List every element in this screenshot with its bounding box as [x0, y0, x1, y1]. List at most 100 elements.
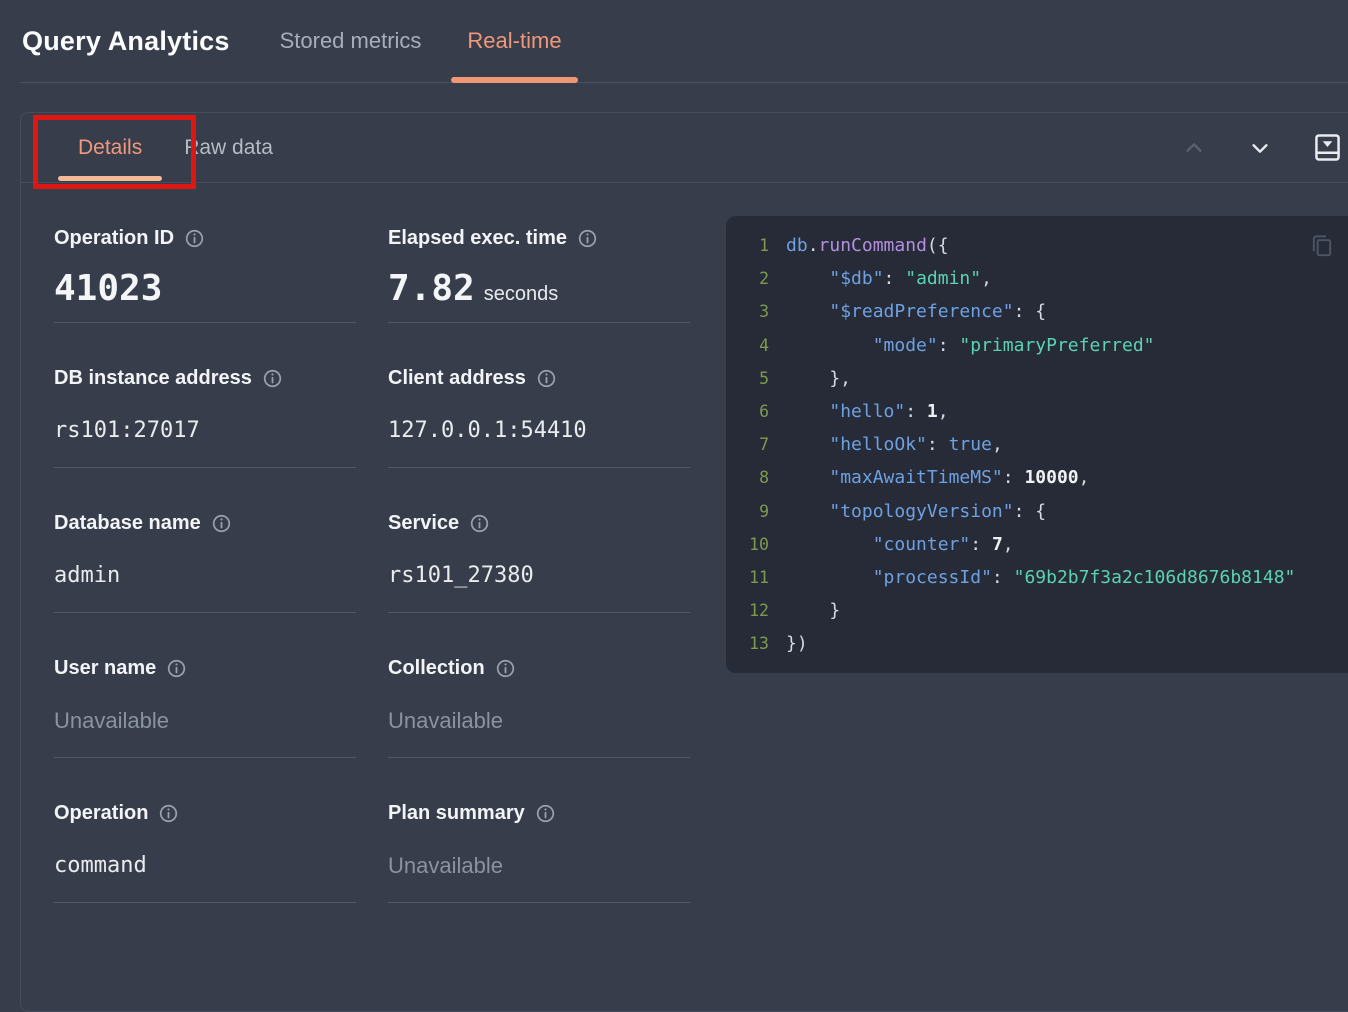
panel-tabs: DetailsRaw data	[57, 113, 294, 182]
line-number: 12	[726, 601, 769, 620]
info-icon[interactable]	[537, 369, 556, 388]
panel-tab-raw-data[interactable]: Raw data	[163, 113, 294, 182]
field-plan-summary: Plan summary Unavailable	[388, 758, 690, 903]
field-value: 41023	[54, 268, 356, 309]
info-icon[interactable]	[167, 659, 186, 678]
code-text: "maxAwaitTimeMS": 10000,	[786, 467, 1089, 488]
field-value: 7.82seconds	[388, 268, 690, 309]
code-line-9: 9 "topologyVersion": {	[726, 495, 1348, 528]
panel-tabbar: DetailsRaw data	[21, 113, 1348, 183]
header-tabs: Stored metricsReal-time	[264, 0, 592, 82]
header-tab-real-time[interactable]: Real-time	[451, 0, 577, 82]
chevron-down-icon[interactable]	[1249, 137, 1271, 159]
field-value: admin	[54, 563, 356, 588]
line-number: 3	[726, 302, 769, 321]
field-label-text: Database name	[54, 512, 201, 535]
code-text: "$db": "admin",	[786, 268, 992, 289]
code-text: "$readPreference": {	[786, 301, 1046, 322]
field-db-instance-address: DB instance address rs101:27017	[54, 323, 356, 468]
line-number: 5	[726, 369, 769, 388]
code-line-5: 5 },	[726, 362, 1348, 395]
field-collection: CollectionUnavailable	[388, 613, 690, 758]
code-text: db.runCommand({	[786, 235, 949, 256]
dropdown-box-icon[interactable]	[1315, 134, 1340, 161]
header-tab-stored-metrics[interactable]: Stored metrics	[264, 0, 438, 82]
field-label-text: Operation ID	[54, 227, 174, 250]
code-line-2: 2 "$db": "admin",	[726, 262, 1348, 295]
field-label: DB instance address	[54, 367, 356, 390]
field-label: Operation	[54, 802, 356, 825]
field-value: 127.0.0.1:54410	[388, 418, 690, 443]
field-label: Database name	[54, 512, 356, 535]
page-title: Query Analytics	[22, 26, 230, 57]
copy-icon[interactable]	[1309, 232, 1334, 264]
panel-actions	[1183, 134, 1340, 161]
info-icon[interactable]	[212, 514, 231, 533]
code-text: "hello": 1,	[786, 401, 949, 422]
details-fields: Operation ID 41023 Elapsed exec. time 7.82s…	[54, 183, 690, 903]
field-value: Unavailable	[388, 853, 690, 879]
field-label-text: Service	[388, 512, 459, 535]
info-icon[interactable]	[159, 804, 178, 823]
code-text: "mode": "primaryPreferred"	[786, 335, 1155, 356]
info-icon[interactable]	[263, 369, 282, 388]
code-line-13: 13})	[726, 627, 1348, 660]
line-number: 1	[726, 236, 769, 255]
query-code-block: 1db.runCommand({2 "$db": "admin",3 "$rea…	[726, 216, 1348, 673]
code-text: "processId": "69b2b7f3a2c106d8676b8148"	[786, 567, 1295, 588]
code-text: "helloOk": true,	[786, 434, 1003, 455]
field-label-text: Operation	[54, 802, 148, 825]
panel-tab-details[interactable]: Details	[57, 113, 163, 182]
realtime-panel: DetailsRaw data Operation ID 41023 Elapsed…	[20, 112, 1348, 1012]
line-number: 4	[726, 336, 769, 355]
line-number: 9	[726, 502, 769, 521]
code-line-11: 11 "processId": "69b2b7f3a2c106d8676b814…	[726, 561, 1348, 594]
field-label: User name	[54, 657, 356, 680]
field-database-name: Database name admin	[54, 468, 356, 613]
field-elapsed-exec-time: Elapsed exec. time 7.82seconds	[388, 183, 690, 323]
info-icon[interactable]	[578, 229, 597, 248]
field-label-text: Client address	[388, 367, 526, 390]
info-icon[interactable]	[185, 229, 204, 248]
field-label-text: Plan summary	[388, 802, 525, 825]
code-lines: 1db.runCommand({2 "$db": "admin",3 "$rea…	[726, 229, 1348, 660]
field-service: Service rs101_27380	[388, 468, 690, 613]
line-number: 6	[726, 402, 769, 421]
code-line-8: 8 "maxAwaitTimeMS": 10000,	[726, 461, 1348, 494]
info-icon[interactable]	[536, 804, 555, 823]
field-label-text: DB instance address	[54, 367, 252, 390]
code-line-10: 10 "counter": 7,	[726, 528, 1348, 561]
field-label: Service	[388, 512, 690, 535]
field-label-text: Elapsed exec. time	[388, 227, 567, 250]
field-label-text: Collection	[388, 657, 485, 680]
code-text: })	[786, 633, 808, 654]
line-number: 10	[726, 535, 769, 554]
code-line-3: 3 "$readPreference": {	[726, 295, 1348, 328]
field-label: Elapsed exec. time	[388, 227, 690, 250]
field-label: Plan summary	[388, 802, 690, 825]
field-value: command	[54, 853, 356, 878]
field-operation-id: Operation ID 41023	[54, 183, 356, 323]
line-number: 11	[726, 568, 769, 587]
field-label-text: User name	[54, 657, 156, 680]
field-user-name: User nameUnavailable	[54, 613, 356, 758]
field-value: rs101:27017	[54, 418, 356, 443]
line-number: 13	[726, 634, 769, 653]
code-line-7: 7 "helloOk": true,	[726, 428, 1348, 461]
field-operation: Operation command	[54, 758, 356, 903]
code-line-6: 6 "hello": 1,	[726, 395, 1348, 428]
field-label: Collection	[388, 657, 690, 680]
top-header: Query Analytics Stored metricsReal-time	[20, 0, 1348, 83]
field-value-suffix: seconds	[484, 283, 559, 306]
code-line-4: 4 "mode": "primaryPreferred"	[726, 329, 1348, 362]
code-text: "topologyVersion": {	[786, 501, 1046, 522]
field-label: Client address	[388, 367, 690, 390]
code-line-1: 1 db.runCommand({	[726, 229, 1348, 262]
code-line-12: 12 }	[726, 594, 1348, 627]
line-number: 8	[726, 468, 769, 487]
field-value: rs101_27380	[388, 563, 690, 588]
field-label: Operation ID	[54, 227, 356, 250]
info-icon[interactable]	[496, 659, 515, 678]
chevron-up-icon[interactable]	[1183, 137, 1205, 159]
info-icon[interactable]	[470, 514, 489, 533]
